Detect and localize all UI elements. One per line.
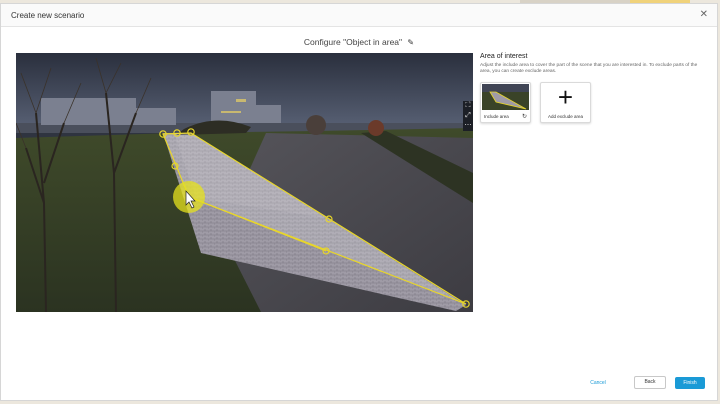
dialog-header: Create new scenario ✕ [1, 4, 717, 27]
camera-toolbar: ⛶ ⤢ ⋯ [463, 101, 473, 131]
scenario-name: "Object in area" [343, 37, 403, 47]
panel-description: Adjust the include area to cover the par… [480, 63, 698, 74]
exclude-area-label: Add exclude area [547, 114, 584, 119]
area-panel: Area of interest Adjust the include area… [480, 53, 710, 123]
panel-title: Area of interest [480, 53, 528, 60]
reset-icon[interactable]: ↻ [522, 113, 527, 120]
include-area-thumbnail [482, 84, 529, 110]
cancel-button[interactable]: Cancel [583, 378, 613, 389]
camera-view[interactable]: ⛶ ⤢ ⋯ [16, 53, 473, 312]
pencil-icon[interactable]: ✎ [407, 38, 414, 47]
configure-label: Configure [303, 37, 341, 47]
more-icon[interactable]: ⋯ [463, 121, 473, 131]
configure-heading: Configure "Object in area" ✎ [1, 37, 717, 47]
camera-scene [16, 53, 473, 312]
finish-button[interactable]: Finish [675, 377, 705, 389]
back-button[interactable]: Back [634, 376, 666, 389]
plus-icon: + [557, 82, 574, 112]
include-area-card[interactable]: Include area ↻ [480, 82, 531, 123]
dialog-title: Create new scenario [11, 11, 85, 20]
fit-icon[interactable]: ⤢ [463, 111, 473, 121]
add-exclude-area-card[interactable]: + Add exclude area [540, 82, 591, 123]
close-icon[interactable]: ✕ [700, 9, 708, 20]
create-scenario-dialog: Create new scenario ✕ Configure "Object … [0, 3, 718, 401]
fullscreen-icon[interactable]: ⛶ [463, 101, 473, 111]
